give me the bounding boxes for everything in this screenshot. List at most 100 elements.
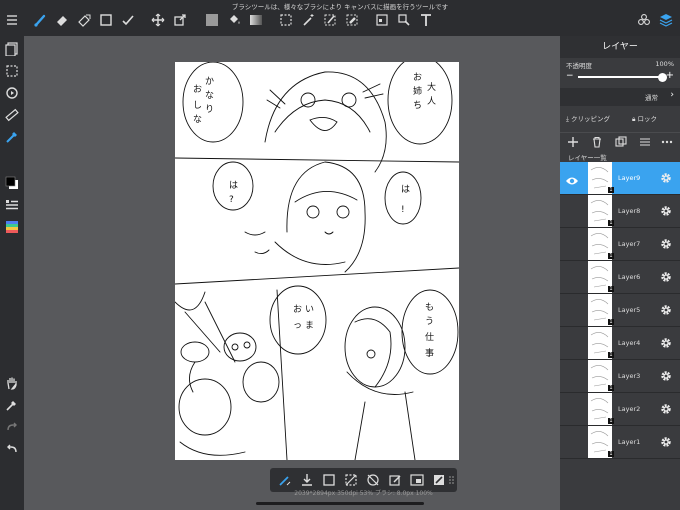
gear-icon[interactable] xyxy=(660,370,672,382)
opacity-slider[interactable]: − + xyxy=(564,70,676,84)
plus-icon[interactable]: + xyxy=(666,70,674,81)
magic-wand-icon[interactable] xyxy=(301,13,315,27)
undo-icon[interactable] xyxy=(5,442,19,456)
layer-list-icon[interactable] xyxy=(5,198,19,212)
select-all-icon[interactable] xyxy=(322,473,336,487)
layer-name: Layer6 xyxy=(618,273,641,281)
color-swatch-icon[interactable] xyxy=(5,176,19,190)
select-move-icon[interactable] xyxy=(397,13,411,27)
layer-name: Layer4 xyxy=(618,339,641,347)
gear-icon[interactable] xyxy=(660,172,672,184)
hand-icon[interactable] xyxy=(5,376,19,390)
invert-selection-icon[interactable] xyxy=(366,473,380,487)
svg-text:大: 大 xyxy=(427,81,436,93)
tool-hint: ブラシツールは、様々なブラシにより キャンバスに描画を行うツールです xyxy=(231,3,449,11)
import-icon[interactable] xyxy=(300,473,314,487)
gear-icon[interactable] xyxy=(660,205,672,217)
select-rect-icon[interactable] xyxy=(279,13,293,27)
clipping-label: クリッピング xyxy=(570,115,610,123)
gear-icon[interactable] xyxy=(660,304,672,316)
svg-text:姉: 姉 xyxy=(413,85,422,97)
move-icon[interactable] xyxy=(151,13,165,27)
edit-selection-icon[interactable] xyxy=(388,473,402,487)
svg-text:?: ? xyxy=(229,195,234,205)
svg-text:ま: ま xyxy=(305,320,314,331)
select-pen-icon[interactable] xyxy=(121,13,135,27)
materials-icon[interactable] xyxy=(637,13,651,27)
grip-icon[interactable] xyxy=(440,473,454,487)
panel-title: レイヤー xyxy=(560,36,680,58)
select-eraser-icon[interactable] xyxy=(345,13,359,27)
lock-button[interactable]: 🔒︎ ロック xyxy=(632,113,657,124)
visibility-eye-icon[interactable] xyxy=(565,172,579,185)
manga-sketch: かなり おしな お姉ち 大人 は? は! おっ いま もう仕事 xyxy=(175,62,459,460)
eyedropper-pen-icon[interactable] xyxy=(5,130,19,144)
layer-row[interactable]: 1 Layer8 xyxy=(560,195,680,228)
layer-row[interactable]: 1 Layer9 xyxy=(560,162,680,195)
layer-row[interactable]: 1 Layer6 xyxy=(560,261,680,294)
eraser-icon[interactable] xyxy=(55,13,69,27)
svg-text:り: り xyxy=(205,104,214,115)
layer-badge: 1 xyxy=(608,418,614,424)
palette-icon[interactable] xyxy=(5,220,19,234)
layer-badge: 1 xyxy=(608,451,614,457)
duplicate-layer-icon[interactable] xyxy=(615,136,627,148)
clip-lock-row: ⤓ クリッピング 🔒︎ ロック xyxy=(560,110,680,128)
bucket-icon[interactable] xyxy=(227,13,241,27)
rotate-icon[interactable] xyxy=(5,86,19,100)
fill-color-icon[interactable] xyxy=(205,13,219,27)
add-layer-icon[interactable] xyxy=(567,136,579,148)
layer-row[interactable]: 1 Layer4 xyxy=(560,327,680,360)
dropper-icon[interactable] xyxy=(5,398,19,412)
minus-icon[interactable]: − xyxy=(566,71,574,81)
transform-icon[interactable] xyxy=(173,13,187,27)
crop-icon[interactable] xyxy=(375,13,389,27)
layer-actions xyxy=(560,132,680,150)
select-pen-2-icon[interactable] xyxy=(323,13,337,27)
layer-list-options-icon[interactable] xyxy=(639,136,651,148)
blend-mode-row[interactable]: 通常 › xyxy=(560,88,680,106)
layer-badge: 1 xyxy=(608,352,614,358)
gear-icon[interactable] xyxy=(660,337,672,349)
text-icon[interactable] xyxy=(419,13,433,27)
layer-row[interactable]: 1 Layer1 xyxy=(560,426,680,459)
clipping-button[interactable]: ⤓ クリッピング xyxy=(566,113,610,124)
rectangle-icon[interactable] xyxy=(99,13,113,27)
brush-icon[interactable] xyxy=(33,13,47,27)
svg-text:う: う xyxy=(425,316,434,327)
drawing-canvas[interactable]: かなり おしな お姉ち 大人 は? は! おっ いま もう仕事 xyxy=(175,62,459,460)
svg-text:人: 人 xyxy=(427,96,436,107)
gear-icon[interactable] xyxy=(660,238,672,250)
layer-name: Layer3 xyxy=(618,372,641,380)
layer-badge: 1 xyxy=(608,253,614,259)
pages-icon[interactable] xyxy=(5,42,19,56)
opacity-label: 不透明度 xyxy=(566,62,592,70)
more-icon[interactable] xyxy=(661,136,673,148)
svg-text:ち: ち xyxy=(413,100,422,111)
layer-badge: 1 xyxy=(608,220,614,226)
menu-icon[interactable] xyxy=(5,13,19,27)
fill-eraser-icon[interactable] xyxy=(77,13,91,27)
layer-badge: 1 xyxy=(608,385,614,391)
left-toolbar xyxy=(0,36,24,510)
layer-badge: 1 xyxy=(608,286,614,292)
layer-row[interactable]: 1 Layer5 xyxy=(560,294,680,327)
svg-text:な: な xyxy=(193,114,202,125)
svg-text:仕: 仕 xyxy=(425,331,434,343)
ruler-icon[interactable] xyxy=(5,108,19,122)
gradient-icon[interactable] xyxy=(249,13,263,27)
redo-icon[interactable] xyxy=(5,420,19,434)
layers-icon[interactable] xyxy=(659,13,673,27)
gear-icon[interactable] xyxy=(660,271,672,283)
delete-layer-icon[interactable] xyxy=(591,136,603,148)
pen-transform-icon[interactable] xyxy=(278,473,292,487)
gear-icon[interactable] xyxy=(660,436,672,448)
deselect-icon[interactable] xyxy=(344,473,358,487)
layer-row[interactable]: 1 Layer7 xyxy=(560,228,680,261)
frame-icon[interactable] xyxy=(410,473,424,487)
layer-row[interactable]: 1 Layer2 xyxy=(560,393,680,426)
layer-row[interactable]: 1 Layer3 xyxy=(560,360,680,393)
gear-icon[interactable] xyxy=(660,403,672,415)
slider-track[interactable] xyxy=(578,73,667,82)
selection-icon[interactable] xyxy=(5,64,19,78)
